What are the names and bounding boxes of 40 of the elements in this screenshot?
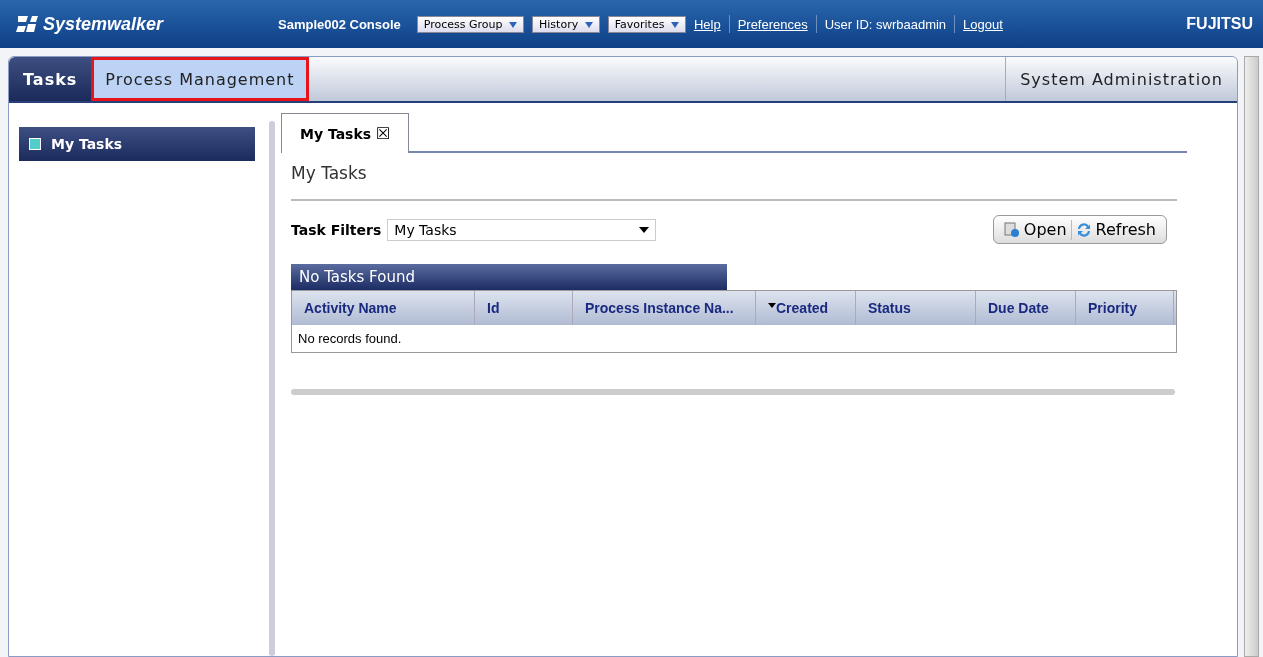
column-header[interactable]: Due Date (976, 291, 1076, 325)
refresh-icon (1075, 221, 1092, 238)
column-header[interactable]: Status (856, 291, 976, 325)
column-header[interactable]: Process Instance Na... (573, 291, 756, 325)
column-header[interactable]: Created (756, 291, 856, 325)
brand-logo: FUJITSU (1186, 15, 1253, 33)
refresh-button[interactable]: Refresh (1071, 218, 1160, 241)
nav-tab[interactable]: Process Management (91, 57, 309, 101)
menu-button[interactable]: History (532, 15, 600, 33)
splitter-handle[interactable] (291, 389, 1175, 395)
caret-icon (639, 226, 650, 233)
header-link[interactable]: Logout (963, 16, 1003, 32)
sidebar-item[interactable]: My Tasks (19, 127, 255, 161)
page-title: My Tasks (291, 163, 368, 183)
header-link[interactable]: Preferences (737, 16, 808, 32)
scrollbar[interactable] (1244, 56, 1259, 657)
column-header[interactable]: Id (475, 291, 573, 325)
user-id: User ID: swrbaadmin (824, 16, 947, 32)
splitter-handle[interactable] (269, 121, 275, 656)
table-title: No Tasks Found (291, 264, 727, 290)
caret-icon (670, 21, 679, 28)
menu-button[interactable]: Process Group (416, 15, 525, 33)
console-title: Sample002 Console (278, 16, 401, 32)
nav-tab[interactable]: System Administration (1005, 57, 1237, 101)
nav-tab[interactable]: Tasks (9, 57, 92, 101)
open-button[interactable]: Open (999, 218, 1071, 241)
caret-icon (509, 21, 518, 28)
empty-message: No records found. (297, 330, 403, 348)
filter-dropdown[interactable]: My Tasks (387, 218, 657, 241)
menu-button[interactable]: Favorites (607, 15, 686, 33)
header-link[interactable]: Help (693, 16, 721, 32)
logo-icon (16, 14, 40, 34)
content-tab[interactable]: My Tasks ☒ (281, 113, 410, 153)
app-logo: Systemwalker (43, 13, 164, 35)
column-header[interactable]: Priority (1076, 291, 1174, 325)
column-header[interactable]: Activity Name (292, 291, 475, 325)
document-icon (1003, 221, 1020, 238)
caret-icon (584, 21, 593, 28)
filter-label: Task Filters (291, 221, 382, 238)
sort-icon (768, 303, 776, 308)
